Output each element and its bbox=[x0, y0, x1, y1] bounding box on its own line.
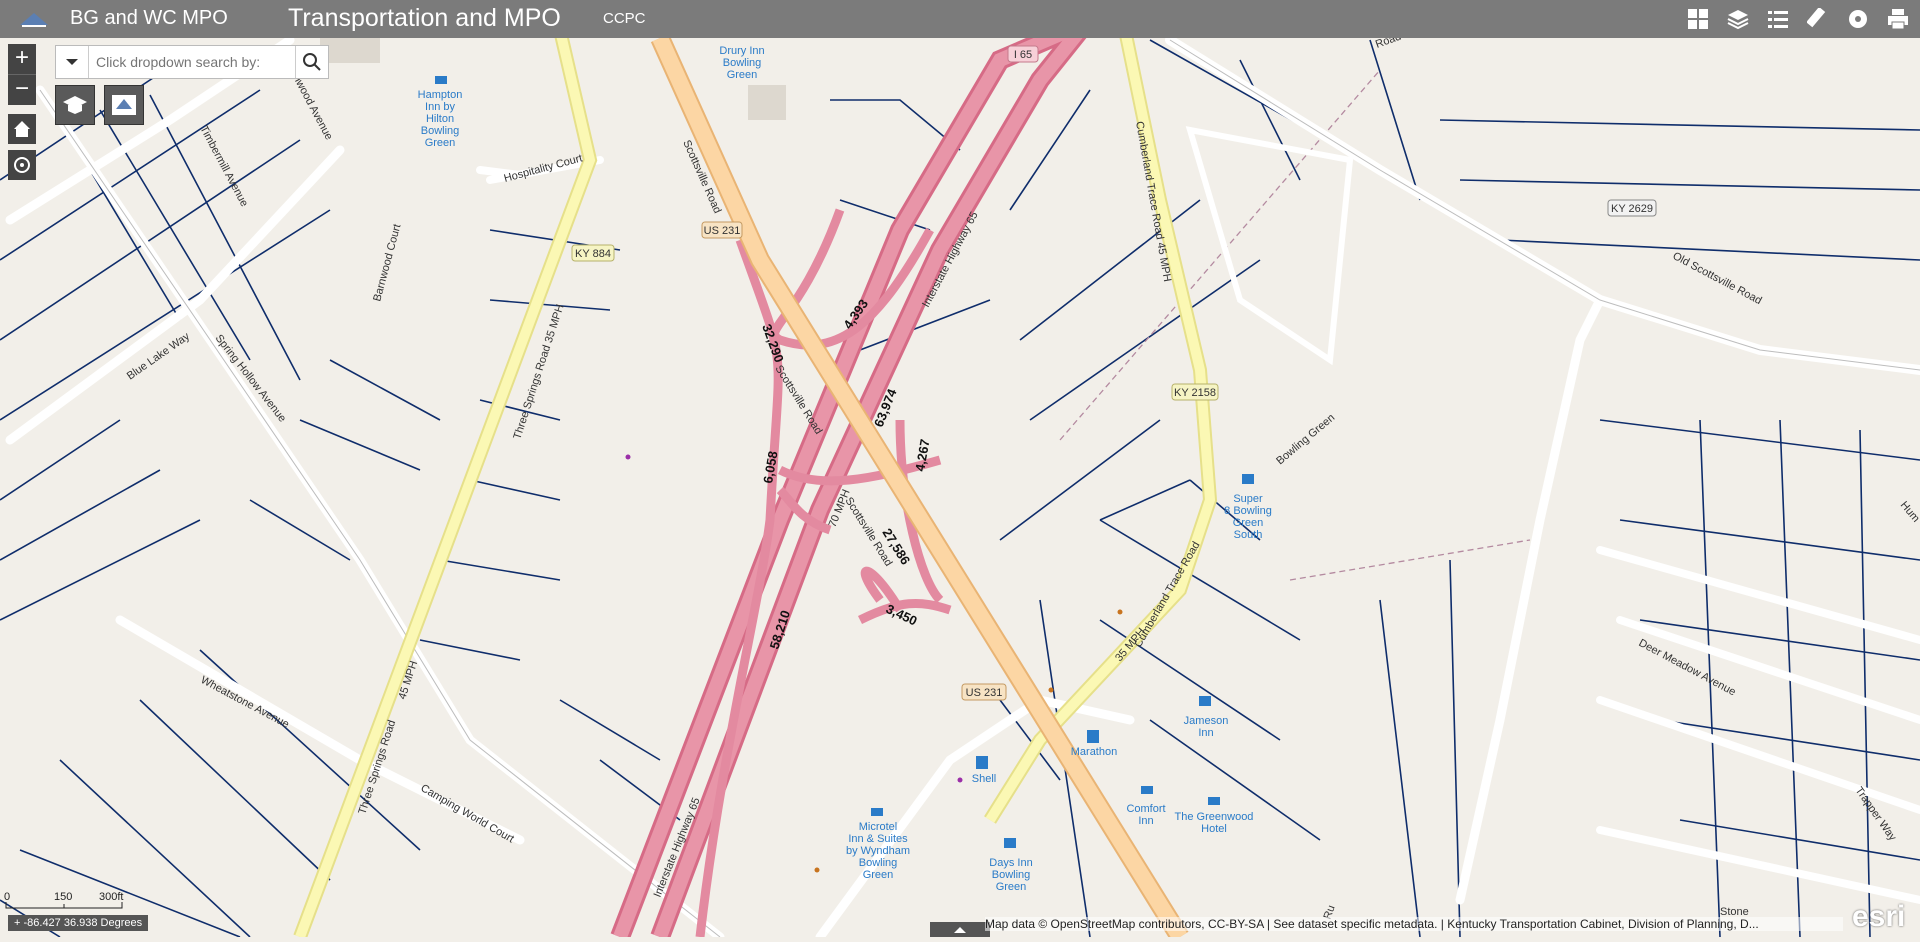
graduation-cap-icon bbox=[63, 96, 87, 114]
hotel-icon bbox=[1004, 838, 1016, 848]
legend-icon[interactable] bbox=[1764, 5, 1792, 33]
zoom-in-button[interactable]: + bbox=[8, 44, 36, 75]
fuel-icon bbox=[976, 756, 988, 769]
ky884-shield: KY 884 bbox=[575, 248, 611, 260]
mpo-logo-icon bbox=[112, 95, 136, 115]
ky2158-shield: KY 2158 bbox=[1174, 387, 1216, 399]
map-attribution: Map data © OpenStreetMap contributors, C… bbox=[985, 917, 1843, 931]
hotel-icon bbox=[435, 76, 447, 84]
home-button[interactable] bbox=[8, 114, 36, 144]
locate-icon bbox=[14, 157, 30, 173]
fuel-icon bbox=[1087, 730, 1099, 743]
i65-shield: I 65 bbox=[1014, 49, 1032, 61]
hotel-icon bbox=[1199, 696, 1211, 706]
film-icon[interactable] bbox=[1844, 5, 1872, 33]
mpo-logo-icon bbox=[20, 13, 48, 27]
chevron-up-icon bbox=[954, 927, 966, 933]
us231-shield-south: US 231 bbox=[966, 687, 1003, 699]
poi-days-inn: Days Inn Bowling Green bbox=[989, 857, 1032, 893]
zoom-control: + − bbox=[8, 44, 36, 105]
zoom-out-button[interactable]: − bbox=[8, 75, 36, 105]
measure-icon[interactable] bbox=[1804, 5, 1832, 33]
sub-title: CCPC bbox=[603, 10, 646, 27]
search-button[interactable] bbox=[295, 46, 328, 78]
scale-zero: 0 bbox=[4, 891, 11, 903]
hotel-icon bbox=[1208, 797, 1220, 805]
print-icon[interactable] bbox=[1884, 5, 1912, 33]
search-input[interactable] bbox=[94, 51, 288, 73]
layers-icon[interactable] bbox=[1724, 5, 1752, 33]
attribution-toggle[interactable] bbox=[930, 922, 990, 937]
ky2629-shield: KY 2629 bbox=[1611, 203, 1653, 215]
search-widget bbox=[55, 45, 329, 79]
poi-shell: Shell bbox=[972, 773, 996, 785]
us231-shield-north: US 231 bbox=[704, 225, 741, 237]
poi-marathon: Marathon bbox=[1071, 746, 1117, 758]
chevron-down-icon bbox=[66, 59, 78, 65]
search-icon bbox=[303, 53, 321, 71]
hotel-icon bbox=[871, 808, 883, 816]
toolbar bbox=[1684, 5, 1912, 33]
dashboard-icon[interactable] bbox=[1684, 5, 1712, 33]
search-source-dropdown[interactable] bbox=[56, 46, 89, 78]
scale-end: 300ft bbox=[99, 891, 124, 903]
home-icon bbox=[14, 121, 30, 137]
app-title: BG and WC MPO bbox=[70, 7, 228, 29]
locate-button[interactable] bbox=[8, 150, 36, 180]
hotel-icon bbox=[1141, 786, 1153, 794]
page-title: Transportation and MPO bbox=[288, 4, 561, 32]
scale-mid: 150 bbox=[54, 891, 73, 903]
esri-logo: esri bbox=[1852, 900, 1906, 933]
graduation-widget-button[interactable] bbox=[55, 85, 95, 125]
map-canvas[interactable]: US 231 US 231 I 65 KY 884 KY 2158 KY 262… bbox=[0, 0, 1920, 937]
coordinate-readout[interactable]: + -86.427 36.938 Degrees bbox=[8, 915, 149, 931]
hotel-icon bbox=[1242, 474, 1254, 484]
mpo-widget-button[interactable] bbox=[104, 85, 144, 125]
app-header: BG and WC MPO Transportation and MPO CCP… bbox=[0, 0, 1920, 38]
